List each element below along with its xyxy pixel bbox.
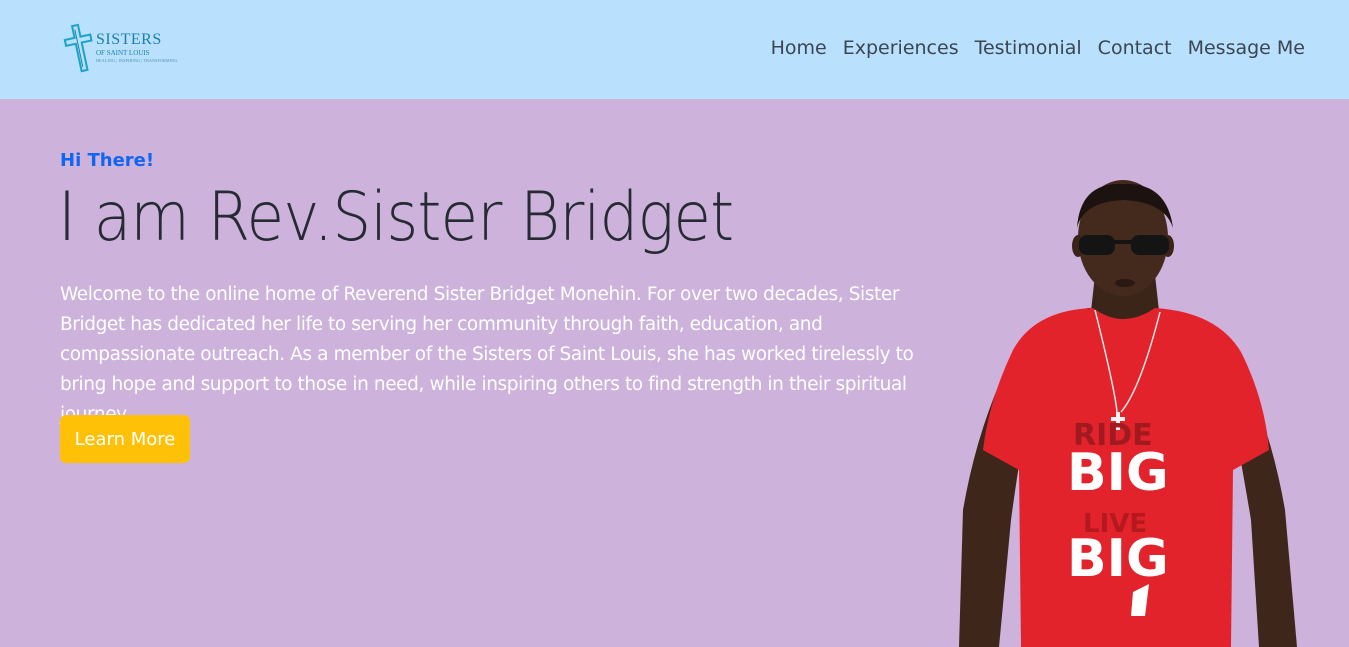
hero-title: I am Rev.Sister Bridget <box>58 178 734 257</box>
hero-description: Welcome to the online home of Reverend S… <box>60 284 914 425</box>
top-navbar: SISTERS OF SAINT LOUIS HEALING | INSPIRI… <box>0 0 1349 99</box>
logo-title: SISTERS <box>96 31 162 48</box>
learn-more-button[interactable]: Learn More <box>60 415 190 463</box>
cross-icon <box>63 23 93 73</box>
shirt-print-word2: BIG <box>1067 529 1169 589</box>
nav-experiences[interactable]: Experiences <box>843 37 959 59</box>
nav-testimonial[interactable]: Testimonial <box>975 37 1082 59</box>
shirt-print-word1: BIG <box>1067 443 1169 503</box>
sisters-of-saint-louis-logo[interactable]: SISTERS OF SAINT LOUIS HEALING | INSPIRI… <box>63 22 177 76</box>
hero-greeting: Hi There! <box>60 150 155 171</box>
main-nav: Home Experiences Testimonial Contact Mes… <box>771 37 1305 59</box>
logo-subtitle: OF SAINT LOUIS <box>96 49 150 57</box>
sister-bridget-photo: RIDE BIG LIVE BIG <box>959 180 1297 647</box>
nav-home[interactable]: Home <box>771 37 827 59</box>
nav-message-me[interactable]: Message Me <box>1188 37 1305 59</box>
nav-contact[interactable]: Contact <box>1098 37 1172 59</box>
logo-tagline: HEALING | INSPIRING | TRANSFORMING <box>96 58 178 63</box>
